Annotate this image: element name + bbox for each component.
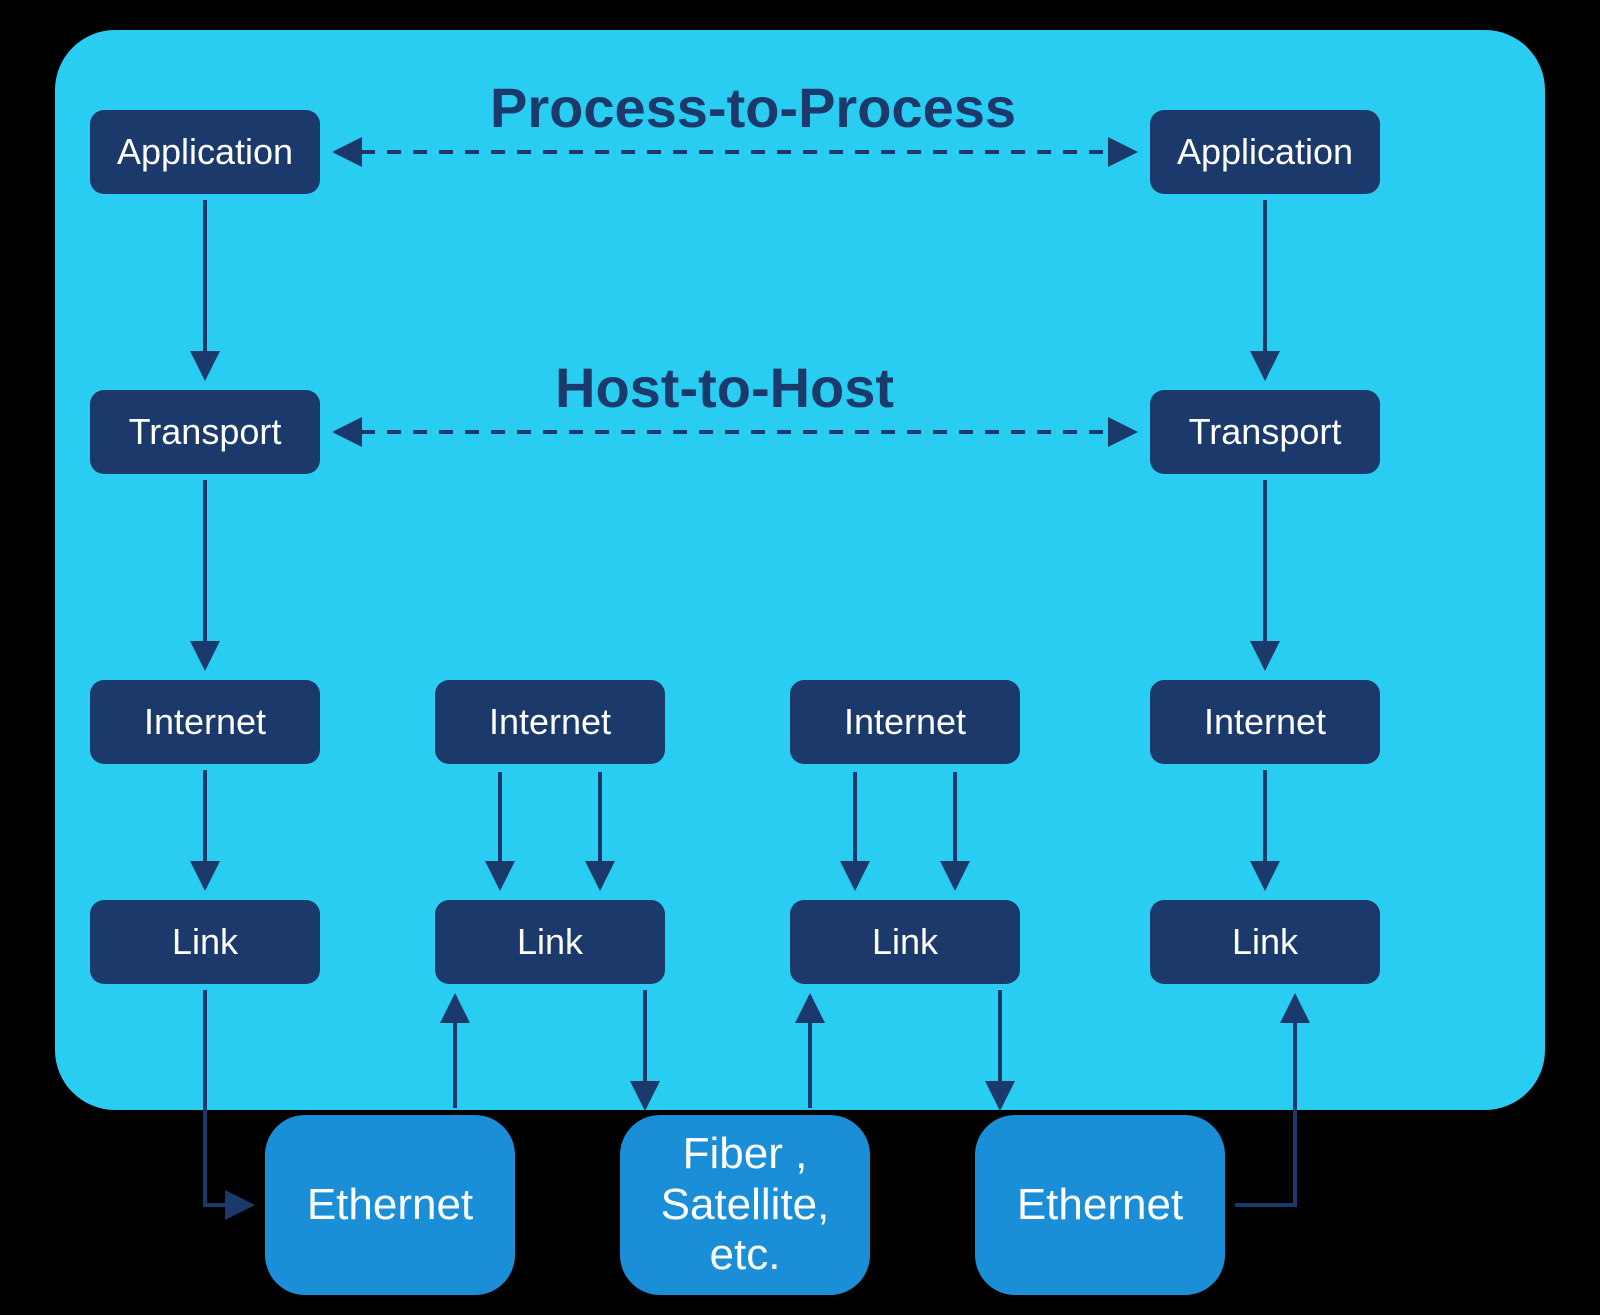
box-right-link: Link	[1150, 900, 1380, 984]
label: Link	[872, 921, 938, 963]
box-right-transport: Transport	[1150, 390, 1380, 474]
label: Internet	[844, 701, 966, 743]
diagram-canvas: Application Transport Internet Link Inte…	[0, 0, 1600, 1315]
box-medium-ethernet1: Ethernet	[265, 1115, 515, 1295]
box-left-transport: Transport	[90, 390, 320, 474]
box-mid1-link: Link	[435, 900, 665, 984]
box-medium-fiber: Fiber , Satellite, etc.	[620, 1115, 870, 1295]
box-medium-ethernet2: Ethernet	[975, 1115, 1225, 1295]
box-right-application: Application	[1150, 110, 1380, 194]
box-mid2-link: Link	[790, 900, 1020, 984]
label-host-to-host: Host-to-Host	[555, 355, 894, 420]
label: Application	[1177, 131, 1353, 173]
label-process-to-process: Process-to-Process	[490, 75, 1016, 140]
box-left-link: Link	[90, 900, 320, 984]
box-right-internet: Internet	[1150, 680, 1380, 764]
box-left-internet: Internet	[90, 680, 320, 764]
label: Link	[1232, 921, 1298, 963]
label: Transport	[129, 411, 282, 453]
label: Internet	[144, 701, 266, 743]
label: Internet	[489, 701, 611, 743]
label: Ethernet	[1017, 1180, 1183, 1231]
label: Link	[517, 921, 583, 963]
label: Application	[117, 131, 293, 173]
label: Ethernet	[307, 1180, 473, 1231]
box-left-application: Application	[90, 110, 320, 194]
label: Fiber , Satellite, etc.	[630, 1129, 860, 1281]
label: Link	[172, 921, 238, 963]
box-mid1-internet: Internet	[435, 680, 665, 764]
box-mid2-internet: Internet	[790, 680, 1020, 764]
label: Internet	[1204, 701, 1326, 743]
label: Transport	[1189, 411, 1342, 453]
